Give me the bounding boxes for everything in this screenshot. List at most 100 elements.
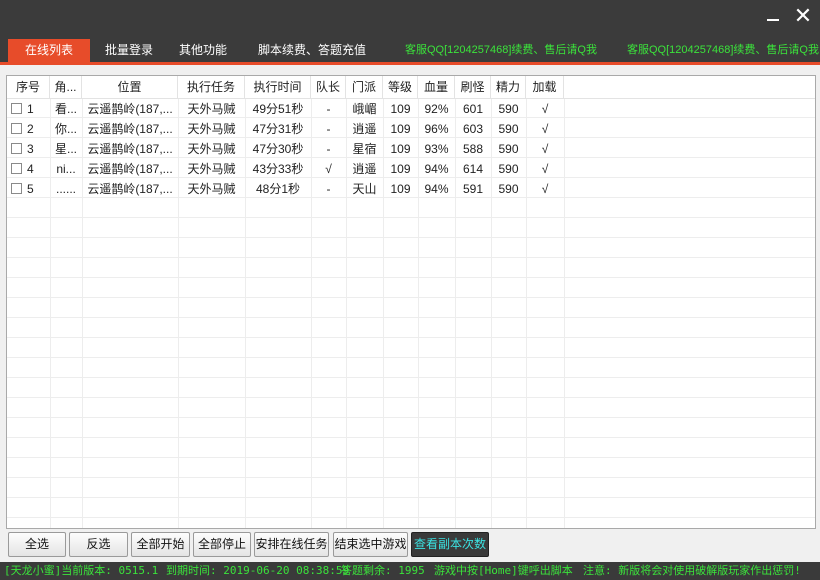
table-header: 序号 角... 位置 执行任务 执行时间 队长 门派 等级 血量 刷怪 精力 加… xyxy=(7,76,815,99)
cell-hp: 93% xyxy=(424,142,449,156)
header-time[interactable]: 执行时间 xyxy=(245,76,311,98)
cell-task: 天外马贼 xyxy=(187,122,236,136)
view-dungeon-count-button[interactable]: 查看副本次数 xyxy=(411,532,489,557)
cell-energy: 590 xyxy=(498,102,519,116)
cell-energy: 590 xyxy=(498,182,519,196)
status-hotkey: 游戏中按[Home]键呼出脚本 xyxy=(434,564,573,577)
cell-leader: - xyxy=(326,182,331,196)
cell-task: 天外马贼 xyxy=(187,182,236,196)
cell-level: 109 xyxy=(390,102,411,116)
cell-hp: 94% xyxy=(424,162,449,176)
main-panel: 序号 角... 位置 执行任务 执行时间 队长 门派 等级 血量 刷怪 精力 加… xyxy=(0,65,820,562)
row-checkbox[interactable] xyxy=(11,103,22,114)
header-sect[interactable]: 门派 xyxy=(346,76,383,98)
minimize-icon[interactable] xyxy=(762,4,784,28)
online-list-table[interactable]: 序号 角... 位置 执行任务 执行时间 队长 门派 等级 血量 刷怪 精力 加… xyxy=(6,75,816,529)
row-checkbox[interactable] xyxy=(11,143,22,154)
cell-energy: 590 xyxy=(498,122,519,136)
cell-sect: 星宿 xyxy=(352,142,377,156)
tab-batch-login[interactable]: 批量登录 xyxy=(96,39,162,62)
cell-leader: - xyxy=(326,122,331,136)
cell-time: 47分31秒 xyxy=(252,122,304,136)
tab-renew-recharge[interactable]: 脚本续费、答题充值 xyxy=(250,39,374,62)
cell-task: 天外马贼 xyxy=(187,102,236,116)
close-icon[interactable]: ✕ xyxy=(792,4,814,28)
cell-loaded: √ xyxy=(541,142,549,156)
cell-level: 109 xyxy=(390,182,411,196)
cell-hp: 96% xyxy=(424,122,449,136)
header-task[interactable]: 执行任务 xyxy=(178,76,245,98)
cell-task: 天外马贼 xyxy=(187,162,236,176)
end-selected-game-button[interactable]: 结束选中游戏 xyxy=(333,532,408,557)
cell-kills: 588 xyxy=(462,142,484,156)
status-quiz-left: 答题剩余: 1995 xyxy=(341,564,425,577)
table-row[interactable]: 2 你... 云遥鹊岭(187,... 天外马贼 47分31秒 - 逍遥 109… xyxy=(7,119,815,139)
cell-character: 星... xyxy=(54,142,77,156)
cell-kills: 591 xyxy=(462,182,484,196)
cell-time: 43分33秒 xyxy=(252,162,304,176)
cell-location: 云遥鹊岭(187,... xyxy=(87,182,173,196)
cell-hp: 92% xyxy=(424,102,449,116)
cell-leader: - xyxy=(326,142,331,156)
row-index: 4 xyxy=(27,162,34,176)
header-level[interactable]: 等级 xyxy=(383,76,418,98)
cell-character: ni... xyxy=(56,162,76,176)
tab-other-functions[interactable]: 其他功能 xyxy=(170,39,236,62)
header-location[interactable]: 位置 xyxy=(82,76,178,98)
header-leader[interactable]: 队长 xyxy=(311,76,346,98)
cell-kills: 614 xyxy=(462,162,484,176)
cell-sect: 逍遥 xyxy=(352,162,377,176)
table-row[interactable]: 5 ...... 云遥鹊岭(187,... 天外马贼 48分1秒 - 天山 10… xyxy=(7,179,815,199)
select-all-button[interactable]: 全选 xyxy=(8,532,66,557)
header-kills[interactable]: 刷怪 xyxy=(455,76,491,98)
cell-character: 你... xyxy=(54,122,77,136)
cell-location: 云遥鹊岭(187,... xyxy=(87,122,173,136)
cell-character: ...... xyxy=(55,182,76,196)
action-bar: 全选 反选 全部开始 全部停止 安排在线任务 结束选中游戏 查看副本次数 xyxy=(0,531,820,559)
schedule-online-task-button[interactable]: 安排在线任务 xyxy=(254,532,329,557)
cell-loaded: √ xyxy=(541,182,549,196)
row-checkbox[interactable] xyxy=(11,123,22,134)
table-row[interactable]: 3 星... 云遥鹊岭(187,... 天外马贼 47分30秒 - 星宿 109… xyxy=(7,139,815,159)
row-checkbox[interactable] xyxy=(11,163,22,174)
start-all-button[interactable]: 全部开始 xyxy=(131,532,190,557)
cell-energy: 590 xyxy=(498,162,519,176)
title-bar: ✕ xyxy=(0,0,820,36)
cell-sect: 天山 xyxy=(352,182,377,196)
header-index[interactable]: 序号 xyxy=(7,76,50,98)
cell-sect: 峨嵋 xyxy=(352,102,377,116)
header-loaded[interactable]: 加载 xyxy=(526,76,564,98)
support-ad-1: 客服QQ[1204257468]续费、售后请Q我 xyxy=(405,44,597,56)
cell-hp: 94% xyxy=(424,182,449,196)
cell-kills: 601 xyxy=(462,102,484,116)
row-index: 2 xyxy=(27,122,34,136)
status-expiry: 到期时间: 2019-06-20 08:38:59 xyxy=(166,564,350,577)
cell-time: 48分1秒 xyxy=(255,182,301,196)
status-notice: 注意: 新版将会对使用破解版玩家作出惩罚! xyxy=(583,564,801,577)
cell-loaded: √ xyxy=(541,122,549,136)
cell-level: 109 xyxy=(390,122,411,136)
invert-selection-button[interactable]: 反选 xyxy=(69,532,128,557)
cell-kills: 603 xyxy=(462,122,484,136)
cell-loaded: √ xyxy=(541,102,549,116)
row-index: 5 xyxy=(27,182,34,196)
cell-task: 天外马贼 xyxy=(187,142,236,156)
status-version: [天龙小蜜]当前版本: 0515.1 xyxy=(4,564,159,577)
table-row[interactable]: 4 ni... 云遥鹊岭(187,... 天外马贼 43分33秒 √ 逍遥 10… xyxy=(7,159,815,179)
row-index: 3 xyxy=(27,142,34,156)
cell-level: 109 xyxy=(390,162,411,176)
cell-location: 云遥鹊岭(187,... xyxy=(87,162,173,176)
header-character[interactable]: 角... xyxy=(50,76,82,98)
row-index: 1 xyxy=(27,102,34,116)
header-energy[interactable]: 精力 xyxy=(491,76,526,98)
row-checkbox[interactable] xyxy=(11,183,22,194)
header-hp[interactable]: 血量 xyxy=(418,76,455,98)
cell-location: 云遥鹊岭(187,... xyxy=(87,102,173,116)
support-ad-2: 客服QQ[1204257468]续费、售后请Q我 xyxy=(627,44,819,56)
cell-time: 47分30秒 xyxy=(252,142,304,156)
table-row[interactable]: 1 看... 云遥鹊岭(187,... 天外马贼 49分51秒 - 峨嵋 109… xyxy=(7,99,815,119)
cell-energy: 590 xyxy=(498,142,519,156)
tab-bar: 在线列表 批量登录 其他功能 脚本续费、答题充值 客服QQ[1204257468… xyxy=(0,36,820,62)
tab-online-list[interactable]: 在线列表 xyxy=(8,39,90,62)
stop-all-button[interactable]: 全部停止 xyxy=(193,532,251,557)
